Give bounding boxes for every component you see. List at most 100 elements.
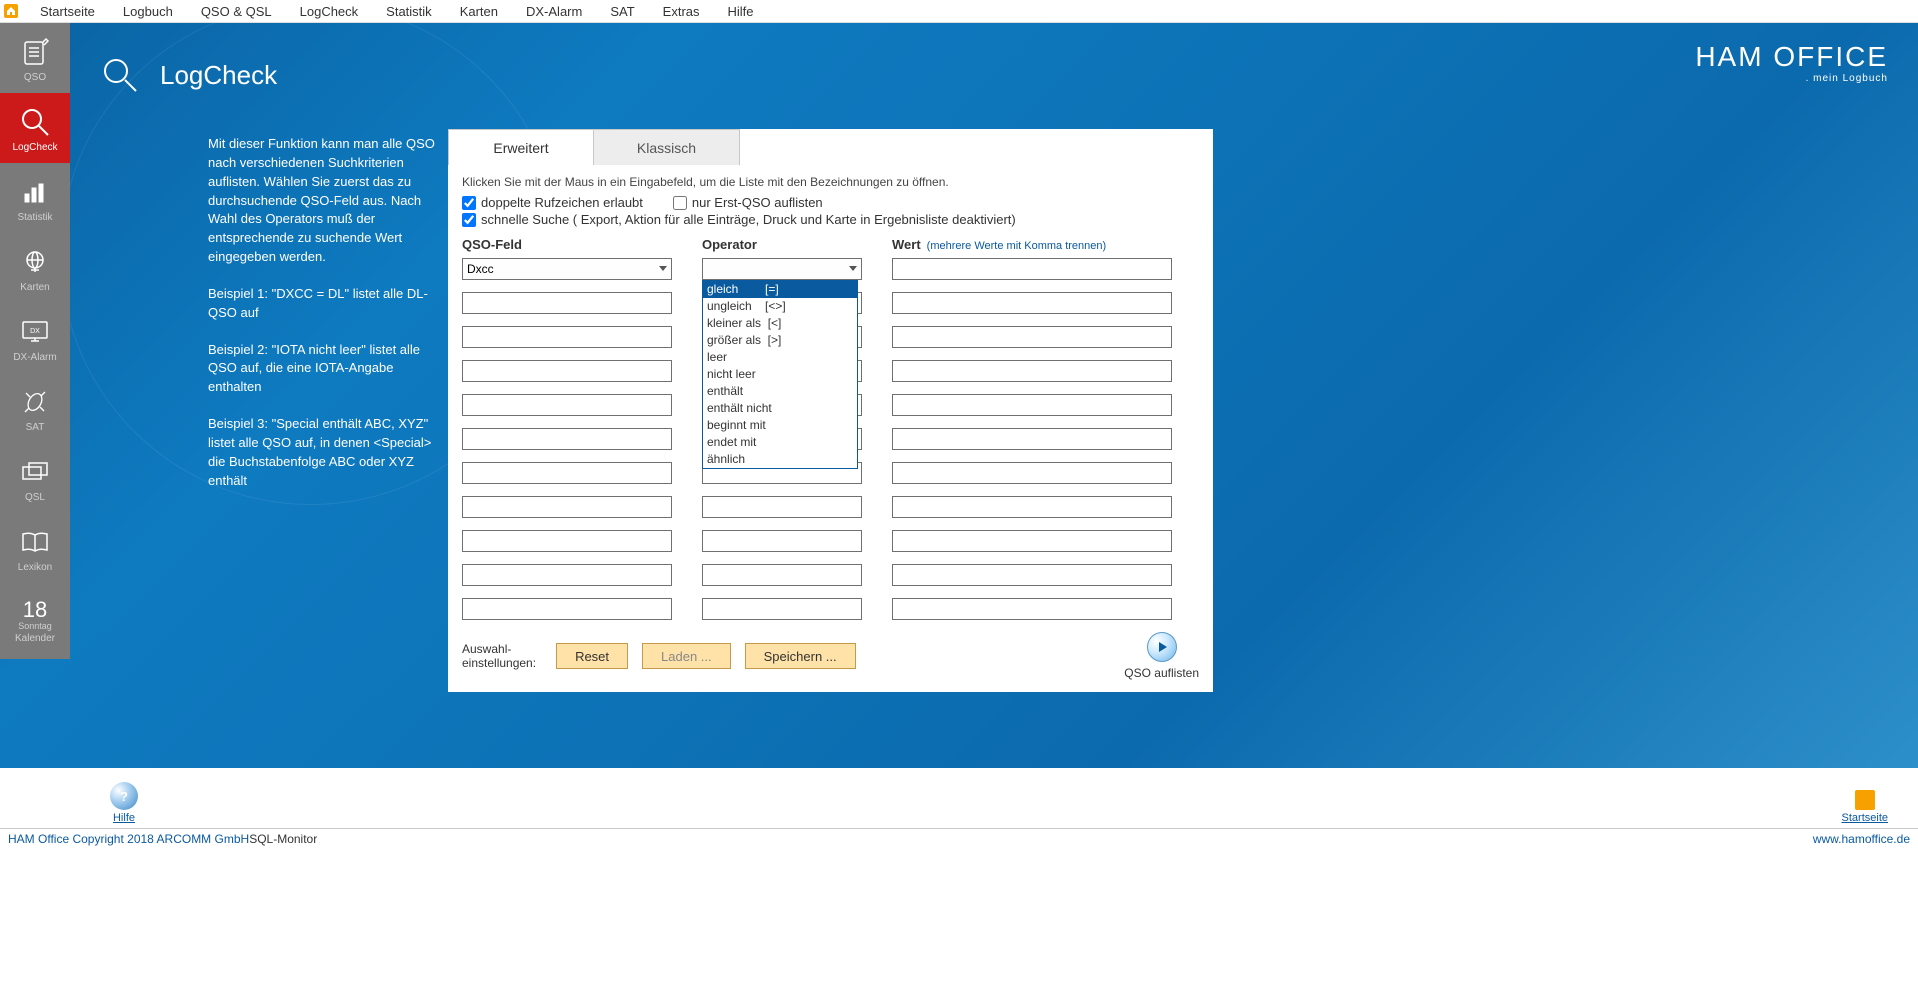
calendar-day: 18	[23, 599, 47, 621]
sidebar-item-dxalarm[interactable]: DX DX-Alarm	[0, 303, 70, 373]
menu-dxalarm[interactable]: DX-Alarm	[512, 0, 596, 23]
operator-opt-enthaelt[interactable]: enthält	[703, 383, 857, 400]
startseite-link[interactable]: Startseite	[1842, 790, 1888, 824]
svg-text:DX: DX	[30, 328, 40, 335]
wert-input-11[interactable]	[892, 598, 1172, 620]
qso-feld-input-6[interactable]	[462, 428, 672, 450]
chk-doppelte-input[interactable]	[462, 196, 476, 210]
operator-input-1[interactable]	[702, 258, 862, 280]
menu-hilfe[interactable]: Hilfe	[714, 0, 768, 23]
wert-input-6[interactable]	[892, 428, 1172, 450]
operator-input-9[interactable]	[702, 530, 862, 552]
wert-input-10[interactable]	[892, 564, 1172, 586]
chk-schnelle-suche-input[interactable]	[462, 213, 476, 227]
operator-select-1[interactable]: gleich [=] ungleich [<>] kleiner als [<]…	[702, 258, 862, 280]
chk-doppelte[interactable]: doppelte Rufzeichen erlaubt	[462, 195, 643, 210]
monitor-dx-icon: DX	[15, 314, 55, 350]
home-icon[interactable]	[4, 4, 18, 18]
qso-feld-input-5[interactable]	[462, 394, 672, 416]
qso-feld-input-8[interactable]	[462, 496, 672, 518]
sidebar-item-qso[interactable]: QSO	[0, 23, 70, 93]
operator-opt-endet-mit[interactable]: endet mit	[703, 434, 857, 451]
chk-erst-qso-label: nur Erst-QSO auflisten	[692, 195, 823, 210]
sidebar-label: QSL	[25, 492, 45, 503]
menu-sat[interactable]: SAT	[596, 0, 648, 23]
qso-feld-input-7[interactable]	[462, 462, 672, 484]
sidebar-label: Statistik	[17, 212, 52, 223]
sidebar-item-statistik[interactable]: Statistik	[0, 163, 70, 233]
sidebar-item-logcheck[interactable]: LogCheck	[0, 93, 70, 163]
menu-karten[interactable]: Karten	[446, 0, 512, 23]
wert-input-3[interactable]	[892, 326, 1172, 348]
sidebar-item-karten[interactable]: Karten	[0, 233, 70, 303]
description-column: Mit dieser Funktion kann man alle QSO na…	[208, 135, 443, 509]
wert-input-2[interactable]	[892, 292, 1172, 314]
status-bar: HAM Office Copyright 2018 ARCOMM GmbHSQL…	[0, 828, 1918, 848]
chk-erst-qso[interactable]: nur Erst-QSO auflisten	[673, 195, 823, 210]
wert-input-1[interactable]	[892, 258, 1172, 280]
panel-footer: Auswahl- einstellungen: Reset Laden ... …	[462, 632, 1199, 680]
chk-schnelle-suche-label: schnelle Suche ( Export, Aktion für alle…	[481, 212, 1016, 227]
status-url[interactable]: www.hamoffice.de	[1813, 832, 1910, 846]
qso-auflisten-button[interactable]: QSO auflisten	[1124, 632, 1199, 680]
save-button[interactable]: Speichern ...	[745, 643, 856, 669]
operator-opt-beginnt-mit[interactable]: beginnt mit	[703, 417, 857, 434]
qso-auflisten-label: QSO auflisten	[1124, 666, 1199, 680]
menu-qso-qsl[interactable]: QSO & QSL	[187, 0, 286, 23]
sidebar-item-sat[interactable]: SAT	[0, 373, 70, 443]
operator-input-8[interactable]	[702, 496, 862, 518]
wert-input-5[interactable]	[892, 394, 1172, 416]
chk-erst-qso-input[interactable]	[673, 196, 687, 210]
operator-opt-nicht-leer[interactable]: nicht leer	[703, 366, 857, 383]
load-button[interactable]: Laden ...	[642, 643, 731, 669]
content-area: LogCheck Mit dieser Funktion kann man al…	[70, 23, 1918, 768]
sidebar-label: LogCheck	[12, 142, 57, 153]
wert-input-8[interactable]	[892, 496, 1172, 518]
help-link[interactable]: ? Hilfe	[110, 782, 138, 824]
chk-schnelle-suche[interactable]: schnelle Suche ( Export, Aktion für alle…	[462, 212, 1016, 227]
tab-erweitert[interactable]: Erweitert	[448, 129, 594, 165]
menu-logcheck[interactable]: LogCheck	[286, 0, 373, 23]
operator-opt-aehnlich[interactable]: ähnlich	[703, 451, 857, 468]
notepad-icon	[15, 34, 55, 70]
play-icon	[1147, 632, 1177, 662]
status-copyright: HAM Office Copyright 2018 ARCOMM GmbHSQL…	[8, 832, 317, 846]
menu-extras[interactable]: Extras	[649, 0, 714, 23]
qso-feld-input-10[interactable]	[462, 564, 672, 586]
sidebar-item-lexikon[interactable]: Lexikon	[0, 513, 70, 583]
operator-opt-ungleich[interactable]: ungleich [<>]	[703, 298, 857, 315]
startseite-label: Startseite	[1842, 812, 1888, 824]
menu-statistik[interactable]: Statistik	[372, 0, 446, 23]
qso-feld-input-3[interactable]	[462, 326, 672, 348]
reset-button[interactable]: Reset	[556, 643, 628, 669]
operator-opt-kleiner[interactable]: kleiner als [<]	[703, 315, 857, 332]
qso-feld-input-11[interactable]	[462, 598, 672, 620]
page-title-magnifier-icon	[100, 55, 140, 95]
operator-dropdown[interactable]: gleich [=] ungleich [<>] kleiner als [<]…	[702, 280, 858, 469]
tab-klassisch[interactable]: Klassisch	[594, 129, 740, 165]
qso-feld-input-1[interactable]	[462, 258, 672, 280]
wert-input-7[interactable]	[892, 462, 1172, 484]
operator-input-10[interactable]	[702, 564, 862, 586]
desc-example-3: Beispiel 3: "Special enthält ABC, XYZ" l…	[208, 415, 443, 490]
wert-input-4[interactable]	[892, 360, 1172, 382]
sidebar-item-kalender[interactable]: 18 Sonntag Kalender	[0, 583, 70, 659]
qso-feld-input-4[interactable]	[462, 360, 672, 382]
main-area: QSO LogCheck Statistik Karten DX DX-Alar…	[0, 23, 1918, 768]
qso-feld-input-2[interactable]	[462, 292, 672, 314]
calendar-icon: 18 Sonntag	[15, 599, 55, 631]
wert-input-9[interactable]	[892, 530, 1172, 552]
operator-opt-leer[interactable]: leer	[703, 349, 857, 366]
menu-logbuch[interactable]: Logbuch	[109, 0, 187, 23]
sidebar-item-qsl[interactable]: QSL	[0, 443, 70, 513]
qso-feld-select-1[interactable]	[462, 258, 672, 292]
operator-opt-gleich[interactable]: gleich [=]	[703, 281, 857, 298]
qso-feld-input-9[interactable]	[462, 530, 672, 552]
operator-opt-enthaelt-nicht[interactable]: enthält nicht	[703, 400, 857, 417]
calendar-weekday: Sonntag	[18, 621, 52, 631]
page-title: LogCheck	[160, 60, 277, 91]
menu-startseite[interactable]: Startseite	[26, 0, 109, 23]
operator-input-11[interactable]	[702, 598, 862, 620]
magnifier-icon	[15, 104, 55, 140]
operator-opt-groesser[interactable]: größer als [>]	[703, 332, 857, 349]
